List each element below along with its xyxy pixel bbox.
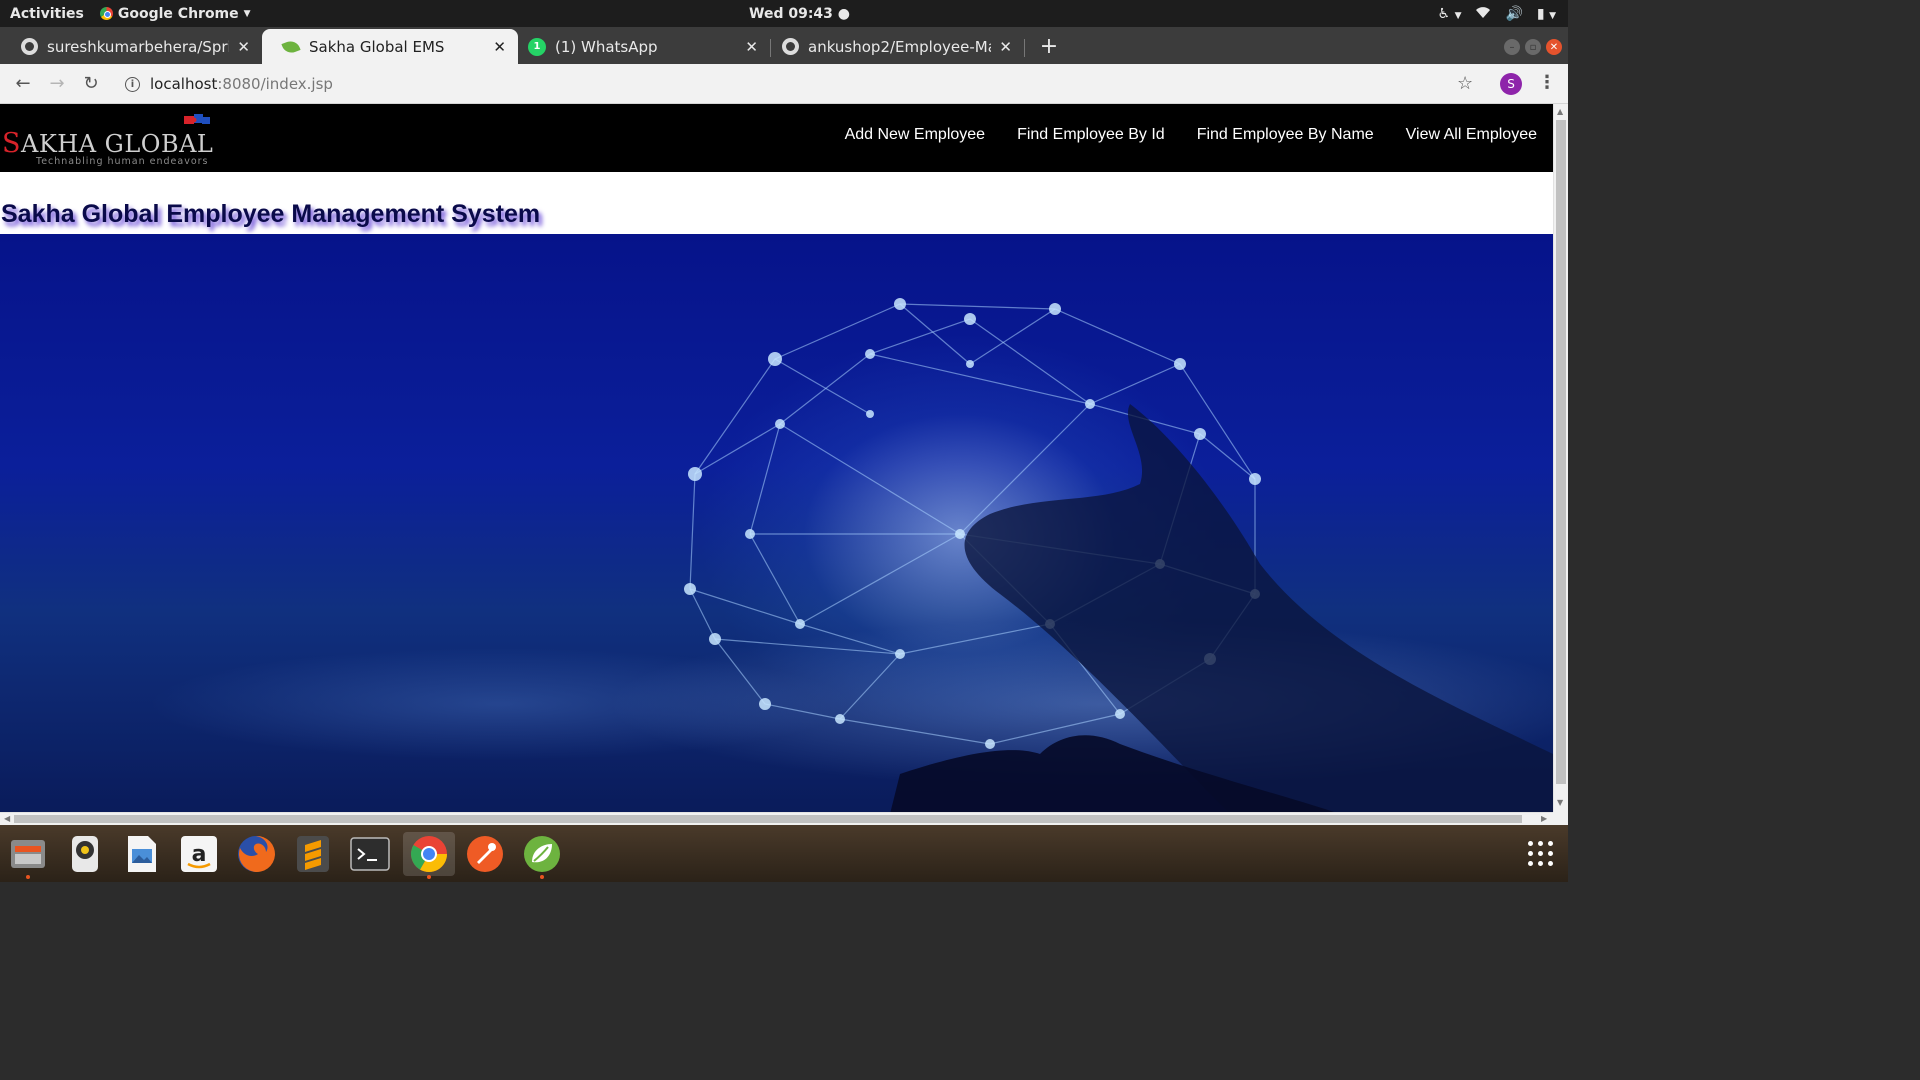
tab-sakha-global-ems[interactable]: Sakha Global EMS ✕ bbox=[262, 29, 518, 64]
close-window-button[interactable]: ✕ bbox=[1546, 39, 1562, 55]
github-icon bbox=[781, 38, 799, 56]
github-icon bbox=[20, 38, 38, 56]
terminal-icon[interactable] bbox=[348, 832, 392, 876]
tab-title: sureshkumarbehera/Sprir bbox=[47, 37, 230, 56]
close-tab-icon[interactable]: ✕ bbox=[999, 38, 1012, 56]
wifi-icon[interactable] bbox=[1475, 5, 1491, 23]
nav-view-all-employee[interactable]: View All Employee bbox=[1406, 126, 1537, 144]
logo-wordmark: SAKHA GLOBAL bbox=[2, 128, 213, 159]
url-host: localhost bbox=[150, 75, 218, 93]
tab-github-springboot[interactable]: sureshkumarbehera/Sprir ✕ bbox=[0, 29, 262, 64]
profile-avatar[interactable]: S bbox=[1500, 73, 1522, 95]
system-tray[interactable]: ♿ ▼ 🔊 ▮ ▼ bbox=[1438, 5, 1556, 23]
window-controls: – ▫ ✕ bbox=[1504, 39, 1562, 55]
battery-icon[interactable]: ▮ ▼ bbox=[1537, 6, 1556, 22]
files-icon[interactable] bbox=[6, 832, 50, 879]
address-bar[interactable]: i localhost:8080/index.jsp bbox=[115, 68, 1495, 100]
app-menu-label: Google Chrome bbox=[117, 5, 239, 22]
hero-banner-image bbox=[0, 234, 1553, 812]
activities-button[interactable]: Activities bbox=[10, 6, 84, 22]
scroll-up-arrow[interactable]: ▲ bbox=[1557, 107, 1563, 116]
chrome-menu-button[interactable]: ⋮ bbox=[1538, 72, 1556, 93]
network-globe-illustration bbox=[684, 298, 1553, 812]
rhythmbox-icon[interactable] bbox=[63, 832, 107, 876]
page-viewport: SAKHA GLOBAL Technabling human endeavors… bbox=[0, 104, 1553, 812]
sublime-text-icon[interactable] bbox=[291, 832, 335, 876]
tab-whatsapp[interactable]: 1 (1) WhatsApp ✕ bbox=[518, 29, 770, 64]
page-title: Sakha Global Employee Management System bbox=[1, 200, 541, 228]
site-navbar: SAKHA GLOBAL Technabling human endeavors… bbox=[0, 104, 1553, 172]
close-tab-icon[interactable]: ✕ bbox=[237, 38, 250, 56]
scroll-down-arrow[interactable]: ▼ bbox=[1557, 798, 1563, 807]
minimize-button[interactable]: – bbox=[1504, 39, 1520, 55]
tab-title: (1) WhatsApp bbox=[555, 37, 658, 56]
logo-rest: AKHA GLOBAL bbox=[21, 130, 214, 158]
vertical-scrollbar[interactable]: ▲ ▼ bbox=[1553, 104, 1568, 812]
clock-text: Wed 09:43 bbox=[749, 5, 833, 22]
chrome-icon bbox=[99, 7, 113, 20]
tab-github-employee[interactable]: ankushop2/Employee-Ma ✕ bbox=[771, 29, 1024, 64]
ubuntu-dock: a bbox=[0, 825, 1568, 882]
clock[interactable]: Wed 09:43 ● bbox=[749, 6, 850, 22]
chrome-icon[interactable] bbox=[403, 832, 455, 879]
bookmark-star-icon[interactable]: ☆ bbox=[1457, 73, 1473, 94]
tab-strip: sureshkumarbehera/Sprir ✕ Sakha Global E… bbox=[0, 27, 1568, 64]
app-menu[interactable]: Google Chrome ▼ bbox=[99, 5, 251, 22]
close-tab-icon[interactable]: ✕ bbox=[493, 38, 506, 56]
chevron-down-icon: ▼ bbox=[243, 8, 251, 19]
accessibility-icon[interactable]: ♿ ▼ bbox=[1438, 6, 1462, 22]
puzzle-logo-icon bbox=[184, 114, 210, 124]
whatsapp-icon: 1 bbox=[528, 37, 546, 56]
volume-icon[interactable]: 🔊 bbox=[1505, 6, 1522, 22]
back-button[interactable]: ← bbox=[12, 73, 34, 95]
vertical-scroll-thumb[interactable] bbox=[1556, 120, 1566, 784]
tab-separator bbox=[1024, 39, 1025, 57]
scrollbar-corner bbox=[1553, 812, 1568, 825]
new-tab-button[interactable]: + bbox=[1038, 29, 1060, 64]
horizontal-scroll-thumb[interactable] bbox=[14, 815, 1522, 823]
nav-find-employee-by-id[interactable]: Find Employee By Id bbox=[1017, 126, 1165, 144]
spring-tool-suite-icon[interactable] bbox=[520, 832, 564, 879]
close-tab-icon[interactable]: ✕ bbox=[745, 38, 758, 56]
browser-toolbar: ← → ↻ i localhost:8080/index.jsp ☆ S ⋮ bbox=[0, 64, 1568, 104]
postman-icon[interactable] bbox=[463, 832, 507, 876]
tab-title: Sakha Global EMS bbox=[309, 37, 445, 56]
tab-title: ankushop2/Employee-Ma bbox=[808, 37, 992, 56]
show-applications-icon[interactable] bbox=[1528, 841, 1554, 867]
scroll-right-arrow[interactable]: ▶ bbox=[1541, 814, 1547, 823]
maximize-button[interactable]: ▫ bbox=[1525, 39, 1541, 55]
horizontal-scrollbar[interactable]: ◀ ▶ bbox=[0, 812, 1553, 825]
nav-add-new-employee[interactable]: Add New Employee bbox=[845, 126, 986, 144]
firefox-icon[interactable] bbox=[234, 832, 278, 876]
nav-find-employee-by-name[interactable]: Find Employee By Name bbox=[1197, 126, 1374, 144]
image-viewer-icon[interactable] bbox=[120, 832, 164, 876]
svg-text:a: a bbox=[192, 842, 207, 867]
spring-leaf-icon bbox=[281, 38, 301, 56]
info-icon[interactable]: i bbox=[125, 76, 140, 92]
nav-links: Add New Employee Find Employee By Id Fin… bbox=[845, 126, 1537, 144]
scroll-left-arrow[interactable]: ◀ bbox=[4, 814, 10, 823]
system-top-bar: Activities Google Chrome ▼ Wed 09:43 ● ♿… bbox=[0, 0, 1568, 27]
reload-button[interactable]: ↻ bbox=[80, 73, 102, 95]
amazon-icon[interactable]: a bbox=[177, 832, 221, 876]
url-path: :8080/index.jsp bbox=[217, 75, 333, 93]
sakha-global-logo[interactable]: SAKHA GLOBAL Technabling human endeavors bbox=[2, 110, 213, 168]
forward-button[interactable]: → bbox=[46, 73, 68, 95]
logo-first-letter: S bbox=[2, 128, 21, 159]
logo-tagline: Technabling human endeavors bbox=[36, 156, 209, 167]
